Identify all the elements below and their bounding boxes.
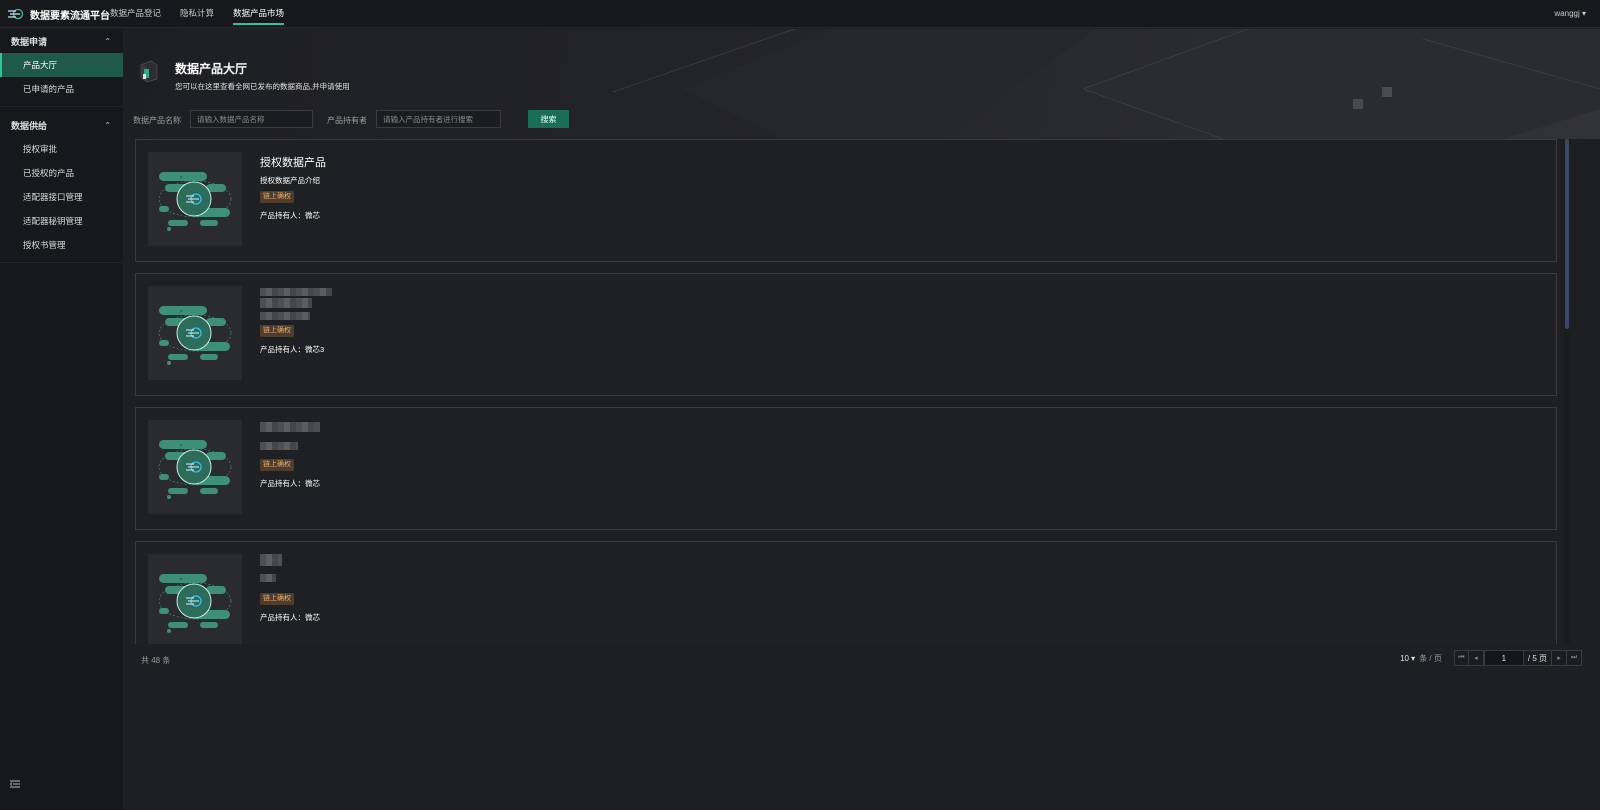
redacted-text <box>260 442 298 450</box>
status-badge: 链上确权 <box>260 459 294 471</box>
redacted-text <box>260 288 332 296</box>
chevron-up-icon[interactable]: ⌃ <box>104 121 111 130</box>
nav-item-1[interactable]: 隐私计算 <box>180 0 214 28</box>
sidebar-item-1-3[interactable]: 适配器秘钥管理 <box>0 209 123 233</box>
nav-item-2[interactable]: 数据产品市场 <box>233 0 285 28</box>
product-owner-label: 产品持有者 <box>327 116 367 125</box>
pagination: 10 ▾ 条 / 页 ⏮ ◂ / 5 页 ▸ ⏭ <box>1400 650 1582 666</box>
sidebar-group-0[interactable]: 数据申请 ⌃ <box>0 29 123 53</box>
sidebar-group-label: 数据供给 <box>11 120 48 131</box>
sidebar-group-1[interactable]: 数据供给 ⌃ <box>0 113 123 137</box>
page-number-input[interactable] <box>1483 650 1524 666</box>
page-size-unit: 条 / 页 <box>1419 653 1442 663</box>
page-size-select[interactable]: 10 ▾ <box>1400 654 1415 663</box>
product-owner: 产品持有人：微芯 <box>260 613 320 622</box>
sidebar-item-1-1[interactable]: 已授权的产品 <box>0 161 123 185</box>
list-scrollbar[interactable] <box>1564 139 1570 644</box>
product-thumbnail-graphic <box>158 306 232 365</box>
product-name-input[interactable] <box>190 110 313 128</box>
sidebar-group-label: 数据申请 <box>11 36 48 47</box>
redacted-text <box>260 554 282 566</box>
product-card[interactable]: 授权数据产品 授权数据产品介绍 链上确权产品持有人：微芯 <box>135 139 1557 262</box>
product-thumbnail-graphic <box>158 172 232 231</box>
top-bar: 数据要素流通平台 数据产品登记 隐私计算 数据产品市场 wanggj ▾ <box>0 0 1600 28</box>
sidebar-divider <box>0 101 123 107</box>
collapse-menu-icon[interactable] <box>10 780 20 788</box>
product-name-label: 数据产品名称 <box>133 116 181 125</box>
redacted-text <box>260 574 276 582</box>
total-count: 共 48 条 <box>141 656 171 665</box>
status-badge: 链上确权 <box>260 325 294 337</box>
sidebar: 数据申请 ⌃ 产品大厅 已申请的产品数据供给 ⌃ 授权审批 已授权的产品 适配器接口管理 适配器… <box>0 29 123 810</box>
user-menu[interactable]: wanggj ▾ <box>1554 0 1586 28</box>
page-title: 数据产品大厅 <box>175 62 248 76</box>
nav-item-0[interactable]: 数据产品登记 <box>110 0 161 28</box>
total-pages: / 5 页 <box>1523 650 1552 666</box>
product-owner: 产品持有人：微芯 <box>260 211 320 220</box>
sidebar-item-1-0[interactable]: 授权审批 <box>0 137 123 161</box>
sidebar-item-0-1[interactable]: 已申请的产品 <box>0 77 123 101</box>
product-title: 授权数据产品 <box>260 157 326 169</box>
product-thumbnail <box>148 286 242 380</box>
product-owner: 产品持有人：微芯3 <box>260 345 325 354</box>
next-page-icon[interactable]: ▸ <box>1552 650 1567 666</box>
sidebar-item-1-4[interactable]: 授权书管理 <box>0 233 123 257</box>
product-list[interactable]: 授权数据产品 授权数据产品介绍 链上确权 产品持有人：微芯 链上确权 产品持有人：微芯3 <box>135 139 1582 644</box>
status-badge: 链上确权 <box>260 191 294 203</box>
last-page-icon[interactable]: ⏭ <box>1567 650 1582 666</box>
list-scrollbar-thumb[interactable] <box>1565 139 1569 329</box>
product-card[interactable]: 链上确权产品持有人：微芯 <box>135 407 1557 530</box>
chevron-up-icon[interactable]: ⌃ <box>104 37 111 46</box>
main-content: 数据产品大厅 您可以在这里查看全网已发布的数据商品,并申请使用 数据产品名称 产… <box>123 29 1600 810</box>
sidebar-divider <box>0 257 123 263</box>
product-description: 授权数据产品介绍 <box>260 176 320 185</box>
redacted-text <box>260 298 312 308</box>
status-badge: 链上确权 <box>260 593 294 605</box>
search-button[interactable]: 搜索 <box>528 110 569 128</box>
hero-banner: 数据产品大厅 您可以在这里查看全网已发布的数据商品,并申请使用 数据产品名称 产… <box>123 29 1600 139</box>
first-page-icon[interactable]: ⏮ <box>1453 650 1469 666</box>
product-card[interactable]: 链上确权产品持有人：微芯3 <box>135 273 1557 396</box>
sidebar-item-1-2[interactable]: 适配器接口管理 <box>0 185 123 209</box>
redacted-text <box>260 312 310 320</box>
product-thumbnail <box>148 420 242 514</box>
redacted-text <box>260 422 320 432</box>
product-owner-input[interactable] <box>376 110 501 128</box>
product-owner: 产品持有人：微芯 <box>260 479 320 488</box>
product-hall-icon <box>140 60 158 83</box>
brand[interactable]: 数据要素流通平台 <box>8 0 110 28</box>
sidebar-item-0-0[interactable]: 产品大厅 <box>0 53 123 77</box>
product-card[interactable]: 链上确权产品持有人：微芯 <box>135 541 1557 644</box>
top-nav: 数据产品登记 隐私计算 数据产品市场 <box>110 0 303 28</box>
prev-page-icon[interactable]: ◂ <box>1468 650 1484 666</box>
product-thumbnail <box>148 554 242 644</box>
page-subtitle: 您可以在这里查看全网已发布的数据商品,并申请使用 <box>175 82 350 91</box>
product-thumbnail <box>148 152 242 246</box>
brand-logo-icon <box>8 8 24 20</box>
product-thumbnail-graphic <box>158 440 232 499</box>
brand-name: 数据要素流通平台 <box>30 10 110 22</box>
product-thumbnail-graphic <box>158 574 232 633</box>
